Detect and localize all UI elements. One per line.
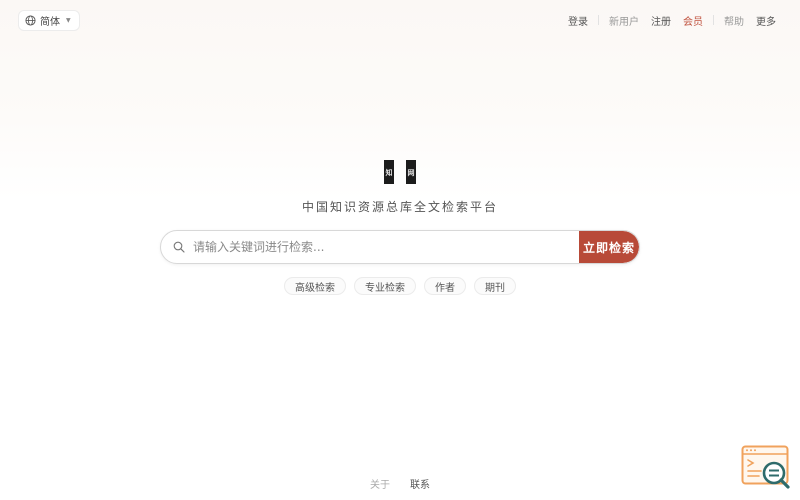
search-button[interactable]: 立即检索: [579, 231, 639, 263]
tagline: 中国知识资源总库全文检索平台: [301, 200, 498, 214]
nav-new-user[interactable]: 新用户: [603, 13, 645, 28]
search-input[interactable]: [191, 231, 579, 263]
nav-help[interactable]: 帮助: [718, 13, 750, 28]
language-label: 简体: [40, 17, 60, 28]
nav-divider: [713, 15, 714, 25]
chip-author[interactable]: 作者: [424, 277, 466, 295]
logo-glyph-right: 网: [406, 160, 416, 184]
nav-login[interactable]: 登录: [562, 13, 594, 28]
chip-journal[interactable]: 期刊: [474, 277, 516, 295]
search-window-icon[interactable]: [741, 445, 791, 489]
nav-more[interactable]: 更多: [750, 13, 782, 28]
language-selector[interactable]: 简体 ▼: [18, 10, 80, 31]
globe-icon: [25, 15, 36, 26]
chip-advanced-search[interactable]: 高级检索: [284, 277, 346, 295]
footer: 关于 联系: [0, 476, 800, 491]
top-nav: 登录 新用户 注册 会员 帮助 更多: [562, 12, 782, 28]
site-logo: 知网: [0, 160, 800, 190]
footer-link-contact[interactable]: 联系: [410, 476, 430, 491]
nav-register[interactable]: 注册: [645, 13, 677, 28]
chevron-down-icon: ▼: [66, 17, 71, 24]
logo-glyph-left: 知: [384, 160, 394, 184]
search-bar: 立即检索: [160, 230, 640, 264]
nav-divider: [598, 15, 599, 25]
footer-link-about[interactable]: 关于: [370, 476, 390, 491]
magnifier-icon: [161, 241, 191, 253]
chip-professional-search[interactable]: 专业检索: [354, 277, 416, 295]
nav-membership[interactable]: 会员: [677, 13, 709, 28]
quick-filter-chips: 高级检索 专业检索 作者 期刊: [0, 277, 800, 295]
